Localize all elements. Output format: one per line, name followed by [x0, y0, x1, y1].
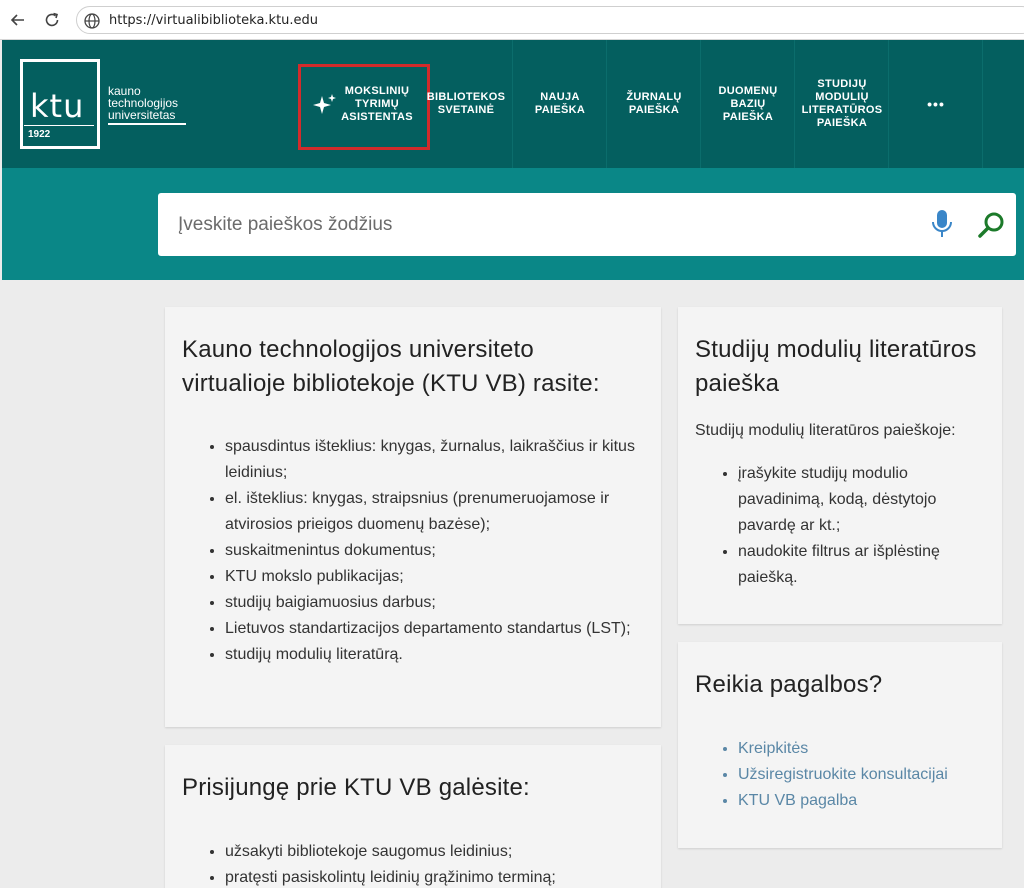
list-item: naudokite filtrus ar išplėstinę paiešką. [738, 539, 978, 591]
ktu-logo[interactable]: ktu 1922 kauno technologijos universitet… [20, 59, 190, 151]
search-input[interactable] [178, 211, 898, 239]
nav-separator [606, 40, 607, 168]
help-title: Reikia pagalbos? [695, 671, 883, 698]
nav-database-search[interactable]: DUOMENŲ BAZIŲ PAIEŠKA [702, 40, 794, 168]
address-bar[interactable]: https://virtualibiblioteka.ktu.edu [76, 6, 1024, 34]
login-benefits-title: Prisijungę prie KTU VB galėsite: [182, 774, 530, 801]
search-box [158, 193, 1016, 256]
back-arrow-icon[interactable] [6, 8, 30, 32]
nav-module-literature-search[interactable]: STUDIJŲ MODULIŲ LITERATŪROS PAIEŠKA [796, 40, 888, 168]
list-item: el. išteklius: knygas, straipsnius (pren… [225, 486, 635, 538]
logo-underline [108, 123, 186, 125]
list-item: spausdintus išteklius: knygas, žurnalus,… [225, 434, 635, 486]
nav-separator [512, 40, 513, 168]
library-contents-list: spausdintus išteklius: knygas, žurnalus,… [225, 434, 635, 668]
help-link-contact[interactable]: Kreipkitės [738, 736, 988, 762]
help-link-consultation[interactable]: Užsiregistruokite konsultacijai [738, 762, 988, 788]
microphone-icon[interactable] [931, 209, 953, 239]
library-contents-title: Kauno technologijos universiteto virtual… [182, 336, 600, 397]
search-icon[interactable] [978, 211, 1006, 239]
logo-name: kauno technologijos universitetas [108, 84, 179, 122]
list-item: užsakyti bibliotekoje saugomus leidinius… [225, 839, 635, 865]
help-card: Reikia pagalbos? Kreipkitės Užsiregistru… [678, 642, 1002, 848]
login-benefits-list: užsakyti bibliotekoje saugomus leidinius… [225, 839, 635, 888]
nav-separator [794, 40, 795, 168]
nav-separator [982, 40, 983, 168]
module-search-title: Studijų modulių literatūros paieška [695, 336, 977, 397]
nav-journal-search[interactable]: ŽURNALŲ PAIEŠKA [608, 40, 700, 168]
highlight-box [298, 64, 430, 150]
module-search-lead: Studijų modulių literatūros paieškoje: [695, 422, 956, 439]
nav-library-site[interactable]: BIBLIOTEKOS SVETAINĖ [426, 40, 506, 168]
site-header: ktu 1922 kauno technologijos universitet… [2, 40, 1024, 168]
list-item: suskaitmenintus dokumentus; [225, 538, 635, 564]
module-search-list: įrašykite studijų modulio pavadinimą, ko… [738, 461, 978, 591]
url-text: https://virtualibiblioteka.ktu.edu [109, 13, 319, 28]
list-item: KTU mokslo publikacijas; [225, 564, 635, 590]
library-contents-card: Kauno technologijos universiteto virtual… [165, 307, 661, 727]
list-item: studijų modulių literatūrą. [225, 642, 635, 668]
browser-toolbar: https://virtualibiblioteka.ktu.edu [0, 0, 1024, 40]
list-item: įrašykite studijų modulio pavadinimą, ko… [738, 461, 978, 539]
globe-icon [84, 13, 100, 29]
list-item: pratęsti pasiskolintų leidinių grąžinimo… [225, 865, 635, 888]
reload-icon[interactable] [40, 8, 64, 32]
list-item: Lietuvos standartizacijos departamento s… [225, 616, 635, 642]
list-item: studijų baigiamuosius darbus; [225, 590, 635, 616]
nav-separator [700, 40, 701, 168]
help-links-list: Kreipkitės Užsiregistruokite konsultacij… [738, 736, 988, 814]
module-search-card: Studijų modulių literatūros paieška Stud… [678, 307, 1002, 624]
logo-divider [24, 125, 94, 126]
nav-new-search[interactable]: NAUJA PAIEŠKA [514, 40, 606, 168]
more-menu-icon[interactable]: ••• [890, 40, 982, 168]
nav-separator [888, 40, 889, 168]
logo-year: 1922 [28, 129, 51, 140]
help-link-ktu-vb-help[interactable]: KTU VB pagalba [738, 788, 988, 814]
login-benefits-card: Prisijungę prie KTU VB galėsite: užsakyt… [165, 745, 661, 888]
logo-mark: ktu [30, 87, 85, 125]
